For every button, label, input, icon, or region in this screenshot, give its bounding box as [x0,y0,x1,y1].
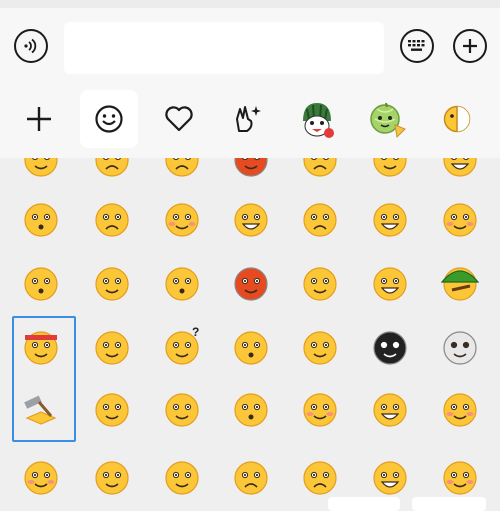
emoji-sheepish[interactable] [444,462,476,494]
emoji-worried[interactable] [304,204,336,236]
add-icon [25,105,53,133]
emoji-pleading[interactable] [235,462,267,494]
emoji-teary-content[interactable] [304,462,336,494]
voice-button[interactable] [14,29,48,63]
emoji-nose-pick[interactable] [96,462,128,494]
emoji-skull[interactable] [444,332,476,364]
emoji-shocked[interactable] [25,204,57,236]
keyboard-icon [407,39,427,53]
emoji-covering-mouth[interactable] [304,394,336,426]
emoji-shush[interactable] [235,332,267,364]
half-face-icon [441,103,473,135]
plus-circle-icon [461,37,479,55]
emoji-double-punch[interactable] [166,462,198,494]
tab-add[interactable] [10,90,68,148]
emoji-surprised-round[interactable] [25,268,57,300]
emoji-tongue-out[interactable] [374,158,406,176]
input-bar [0,0,500,90]
sparkle-hand-icon [231,103,263,135]
tab-sticker-pack-1[interactable] [288,90,346,148]
emoji-smirk-sweat[interactable] [304,268,336,300]
emoji-smiling-blush[interactable] [444,204,476,236]
more-button[interactable] [453,29,487,63]
emoji-side-eye[interactable] [96,268,128,300]
emoji-angry-red[interactable] [235,158,267,176]
bottom-hint-left [328,497,400,511]
emoji-furious[interactable] [235,268,267,300]
svg-text:?: ? [192,325,199,339]
bottom-hint-right [412,497,486,511]
emoji-wink-blush[interactable] [444,394,476,426]
message-input[interactable] [64,22,384,74]
selection-highlight [12,316,76,442]
tab-sticker-pack-2[interactable] [358,90,416,148]
melon-character-icon [367,99,407,139]
emoji-screaming[interactable] [235,204,267,236]
emoji-blank-stare[interactable] [166,268,198,300]
emoji-crying[interactable] [96,158,128,176]
tab-sticker-pack-3[interactable] [428,90,486,148]
emoji-sly[interactable] [25,462,57,494]
emoji-drooling[interactable] [96,332,128,364]
emoji-peeking[interactable] [96,394,128,426]
emoji-blushing-wide-eyes[interactable] [166,204,198,236]
tab-stickers[interactable] [218,90,276,148]
emoji-green-hat[interactable] [442,268,478,300]
keyboard-button[interactable] [400,29,434,63]
emoji-grin-squint[interactable] [374,268,406,300]
emoji-confused-question[interactable]: ? [166,325,199,364]
tab-emoji[interactable] [80,90,138,148]
emoji-big-grin-teeth[interactable] [374,394,406,426]
emoji-category-tabs [0,90,500,158]
emoji-laughing-squint[interactable] [374,462,406,494]
emoji-skull-bomb[interactable] [374,332,406,364]
watermelon-character-icon [297,99,337,139]
voice-icon [22,37,40,55]
emoji-facepalm-laugh[interactable] [374,204,406,236]
emoji-frown[interactable] [304,158,336,176]
emoji-sobbing[interactable] [166,158,198,176]
emoji-puckered[interactable] [235,394,267,426]
smiley-icon [94,104,124,134]
tab-favorites[interactable] [150,90,208,148]
heart-icon [164,105,194,133]
emoji-sweat-drop[interactable] [166,394,198,426]
emoji-grin-teeth[interactable] [444,158,476,176]
emoji-dizzy-eyes[interactable] [304,332,336,364]
emoji-sad[interactable] [96,204,128,236]
emoji-bandaged-face[interactable] [25,158,57,176]
